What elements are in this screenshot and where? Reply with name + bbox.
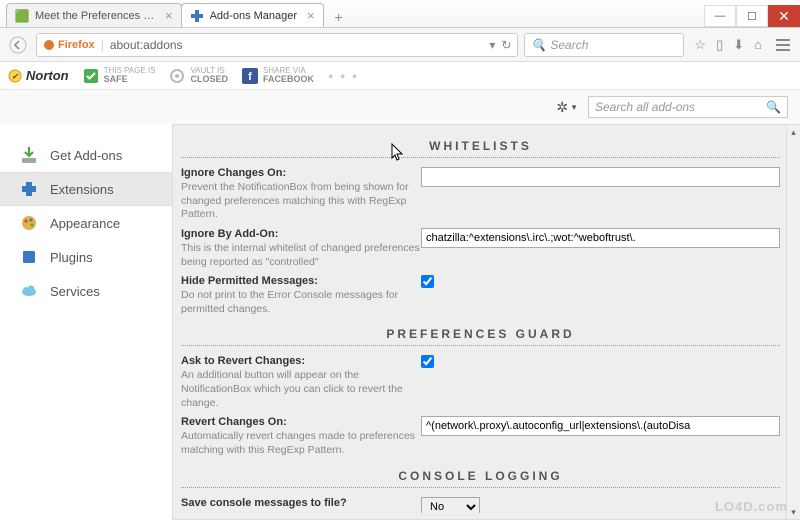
titlebar: 🟩 Meet the Preferences Moni... × Add-ons… xyxy=(0,0,800,28)
url-text: about:addons xyxy=(110,38,484,52)
sidebar-icon[interactable]: ▯ xyxy=(716,37,723,53)
new-tab-button[interactable]: + xyxy=(327,7,351,27)
sidebar-item-label: Get Add-ons xyxy=(50,148,122,163)
paint-icon xyxy=(18,212,40,234)
identity-box[interactable]: Firefox xyxy=(43,38,95,51)
sidebar-item-appearance[interactable]: Appearance xyxy=(0,206,172,240)
norton-share[interactable]: f SHARE VIAFACEBOOK xyxy=(242,67,314,84)
settings-form: WHITELISTS Ignore Changes On:Prevent the… xyxy=(181,131,784,513)
sidebar-item-plugins[interactable]: Plugins xyxy=(0,240,172,274)
tab-0-favicon: 🟩 xyxy=(15,9,29,23)
section-guard: PREFERENCES GUARD xyxy=(181,323,780,346)
svg-text:f: f xyxy=(248,71,252,83)
content-panel: ▴ ▾ WHITELISTS Ignore Changes On:Prevent… xyxy=(172,124,800,520)
sidebar-item-label: Plugins xyxy=(50,250,93,265)
save-file-select[interactable]: No xyxy=(421,497,480,513)
magnifier-icon: 🔍 xyxy=(766,100,781,114)
norton-vault[interactable]: VAULT ISCLOSED xyxy=(169,67,228,84)
tab-0[interactable]: 🟩 Meet the Preferences Moni... × xyxy=(6,3,182,27)
tab-0-close-icon[interactable]: × xyxy=(165,8,173,23)
tab-1-close-icon[interactable]: × xyxy=(307,8,315,23)
home-icon[interactable]: ⌂ xyxy=(754,37,762,53)
section-console: CONSOLE LOGGING xyxy=(181,465,780,488)
sidebar-item-label: Appearance xyxy=(50,216,120,231)
check-icon xyxy=(83,68,99,84)
reload-icon[interactable]: ↻ xyxy=(501,38,511,52)
tab-strip: 🟩 Meet the Preferences Moni... × Add-ons… xyxy=(0,3,704,27)
norton-toolbar: ✓ Norton THIS PAGE ISSAFE VAULT ISCLOSED… xyxy=(0,62,800,90)
row-ignore-changes: Ignore Changes On:Prevent the Notificati… xyxy=(181,164,780,225)
ignore-changes-input[interactable] xyxy=(421,167,780,187)
url-separator: | xyxy=(101,38,104,52)
block-icon xyxy=(18,246,40,268)
scroll-down-icon[interactable]: ▾ xyxy=(787,505,800,519)
row-ask-revert: Ask to Revert Changes:An additional butt… xyxy=(181,352,780,413)
ignore-addon-input[interactable] xyxy=(421,228,780,248)
tools-button[interactable]: ✲▼ xyxy=(556,99,578,116)
addons-search-placeholder: Search all add-ons xyxy=(595,100,695,114)
search-placeholder: Search xyxy=(550,38,588,52)
chevron-down-icon: ▼ xyxy=(570,103,578,112)
hamburger-menu-icon[interactable] xyxy=(772,39,794,51)
norton-safe[interactable]: THIS PAGE ISSAFE xyxy=(83,67,156,84)
row-ignore-addon: Ignore By Add-On:This is the internal wh… xyxy=(181,225,780,272)
svg-text:✓: ✓ xyxy=(12,72,19,81)
tab-1[interactable]: Add-ons Manager × xyxy=(181,3,324,27)
row-save-file: Save console messages to file? No xyxy=(181,494,780,513)
identity-label: Firefox xyxy=(58,39,95,51)
sidebar-item-label: Services xyxy=(50,284,100,299)
tab-1-favicon xyxy=(190,9,204,23)
addons-search[interactable]: Search all add-ons 🔍 xyxy=(588,96,788,118)
row-hide-permitted: Hide Permitted Messages:Do not print to … xyxy=(181,272,780,319)
url-bar[interactable]: Firefox | about:addons ▾ ↻ xyxy=(36,33,518,57)
url-dropdown-icon[interactable]: ▾ xyxy=(489,38,495,52)
ask-revert-checkbox[interactable] xyxy=(421,355,434,368)
bookmark-star-icon[interactable]: ☆ xyxy=(694,37,706,53)
vault-icon xyxy=(169,68,185,84)
back-button[interactable] xyxy=(6,33,30,57)
tab-0-label: Meet the Preferences Moni... xyxy=(35,10,155,22)
search-icon: 🔍 xyxy=(531,38,546,52)
sidebar-item-get-addons[interactable]: Get Add-ons xyxy=(0,138,172,172)
addons-header: ✲▼ Search all add-ons 🔍 xyxy=(0,90,800,124)
gear-icon: ✲ xyxy=(556,99,568,116)
row-revert-on: Revert Changes On:Automatically revert c… xyxy=(181,413,780,460)
puzzle-icon xyxy=(18,178,40,200)
norton-more-icon[interactable]: ● ● ● xyxy=(328,71,359,81)
main: Get Add-ons Extensions Appearance Plugin… xyxy=(0,124,800,520)
search-bar[interactable]: 🔍 Search xyxy=(524,33,684,57)
facebook-icon: f xyxy=(242,68,258,84)
window-controls: — ☐ ✕ xyxy=(704,5,800,27)
revert-on-input[interactable] xyxy=(421,416,780,436)
minimize-button[interactable]: — xyxy=(704,5,736,27)
close-window-button[interactable]: ✕ xyxy=(768,5,800,27)
navbar: Firefox | about:addons ▾ ↻ 🔍 Search ☆ ▯ … xyxy=(0,28,800,62)
sidebar: Get Add-ons Extensions Appearance Plugin… xyxy=(0,124,172,520)
sidebar-item-label: Extensions xyxy=(50,182,114,197)
tab-1-label: Add-ons Manager xyxy=(210,10,297,22)
toolbar-icons: ☆ ▯ ⬇ ⌂ xyxy=(690,37,766,53)
download-icon xyxy=(18,144,40,166)
watermark: LO4D.com xyxy=(715,499,788,514)
maximize-button[interactable]: ☐ xyxy=(736,5,768,27)
cloud-icon xyxy=(18,280,40,302)
norton-brand[interactable]: ✓ Norton xyxy=(8,68,69,83)
hide-permitted-checkbox[interactable] xyxy=(421,275,434,288)
sidebar-item-services[interactable]: Services xyxy=(0,274,172,308)
scroll-up-icon[interactable]: ▴ xyxy=(787,125,800,139)
section-whitelists: WHITELISTS xyxy=(181,135,780,158)
scrollbar[interactable]: ▴ ▾ xyxy=(786,125,800,519)
sidebar-item-extensions[interactable]: Extensions xyxy=(0,172,172,206)
downloads-icon[interactable]: ⬇ xyxy=(733,37,744,53)
